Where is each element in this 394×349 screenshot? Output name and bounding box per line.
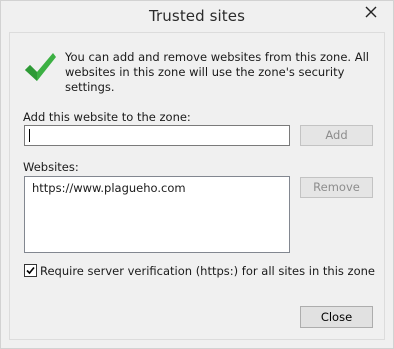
- websites-list[interactable]: https://www.plagueho.com: [24, 176, 290, 253]
- require-verification-checkbox[interactable]: [24, 264, 37, 277]
- add-site-input[interactable]: [24, 125, 290, 146]
- remove-button[interactable]: Remove: [300, 177, 373, 198]
- close-icon[interactable]: [354, 1, 387, 23]
- checkbox-check-icon: [26, 266, 35, 275]
- add-site-label: Add this website to the zone:: [23, 110, 191, 124]
- checkmark-icon: [25, 53, 56, 81]
- title-bar[interactable]: Trusted sites: [1, 1, 393, 32]
- text-caret: [29, 129, 30, 142]
- require-verification-label[interactable]: Require server verification (https:) for…: [40, 264, 375, 278]
- add-button[interactable]: Add: [300, 125, 373, 146]
- websites-label: Websites:: [23, 160, 79, 174]
- close-button[interactable]: Close: [300, 306, 373, 328]
- intro-text: You can add and remove websites from thi…: [65, 50, 369, 94]
- window-title: Trusted sites: [148, 7, 246, 25]
- dialog-content: You can add and remove websites from thi…: [9, 32, 385, 340]
- trusted-sites-dialog: Trusted sites You can add and remove web…: [0, 0, 394, 349]
- list-item[interactable]: https://www.plagueho.com: [32, 181, 186, 195]
